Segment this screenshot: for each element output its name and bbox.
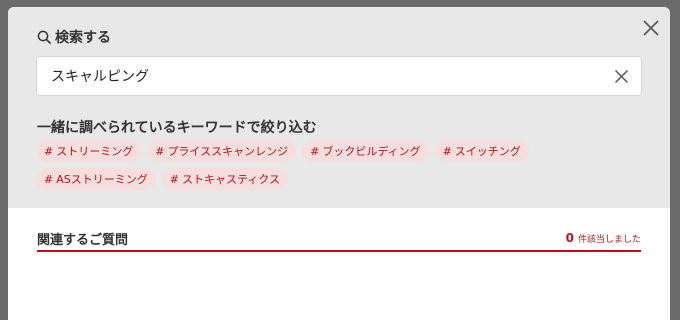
keyword-chip-label: ブックビルディング (322, 145, 421, 158)
keyword-chip[interactable]: # ストリーミング (36, 140, 142, 162)
keyword-chip-label: スイッチング (454, 145, 521, 158)
hash-icon: # (169, 172, 179, 186)
hash-icon: # (310, 144, 320, 158)
result-count: 0 件該当しました (566, 231, 641, 245)
search-box (36, 56, 642, 96)
close-button[interactable] (642, 19, 660, 37)
clear-icon (614, 69, 629, 84)
hash-icon: # (442, 144, 452, 158)
related-faq-header: 関連するご質問 0 件該当しました (37, 226, 641, 252)
keyword-chip-label: プライススキャンレンジ (167, 145, 289, 158)
related-faq-title: 関連するご質問 (37, 233, 129, 248)
keyword-chip-label: ストリーミング (56, 145, 134, 158)
keyword-chip-list: # ストリーミング # プライススキャンレンジ # ブックビルディング # スイ… (36, 140, 636, 190)
clear-search-button[interactable] (614, 69, 629, 84)
hash-icon: # (44, 144, 54, 158)
keyword-chip[interactable]: # ストキャスティクス (161, 168, 288, 190)
search-modal: 検索する 一緒に調べられているキーワードで絞り込む # ストリーミング # プラ… (8, 7, 670, 320)
result-count-number: 0 (565, 231, 574, 245)
keyword-chip-label: ストキャスティクス (181, 173, 280, 186)
keyword-chip[interactable]: # スイッチング (434, 140, 529, 162)
result-count-suffix: 件該当しました (577, 235, 641, 245)
keyword-chip[interactable]: # ブックビルディング (302, 140, 429, 162)
search-heading: 検索する (37, 27, 111, 47)
search-panel: 検索する 一緒に調べられているキーワードで絞り込む # ストリーミング # プラ… (8, 7, 670, 208)
search-input[interactable] (51, 65, 591, 87)
search-heading-label: 検索する (55, 30, 111, 46)
keyword-chip[interactable]: # プライススキャンレンジ (147, 140, 297, 162)
search-icon (37, 30, 52, 44)
keyword-filter-heading: 一緒に調べられているキーワードで絞り込む (37, 120, 317, 136)
keyword-chip-label: ASストリーミング (56, 173, 148, 186)
close-icon (643, 20, 659, 36)
keyword-chip[interactable]: # ASストリーミング (36, 168, 156, 190)
hash-icon: # (155, 144, 165, 158)
hash-icon: # (44, 172, 54, 186)
